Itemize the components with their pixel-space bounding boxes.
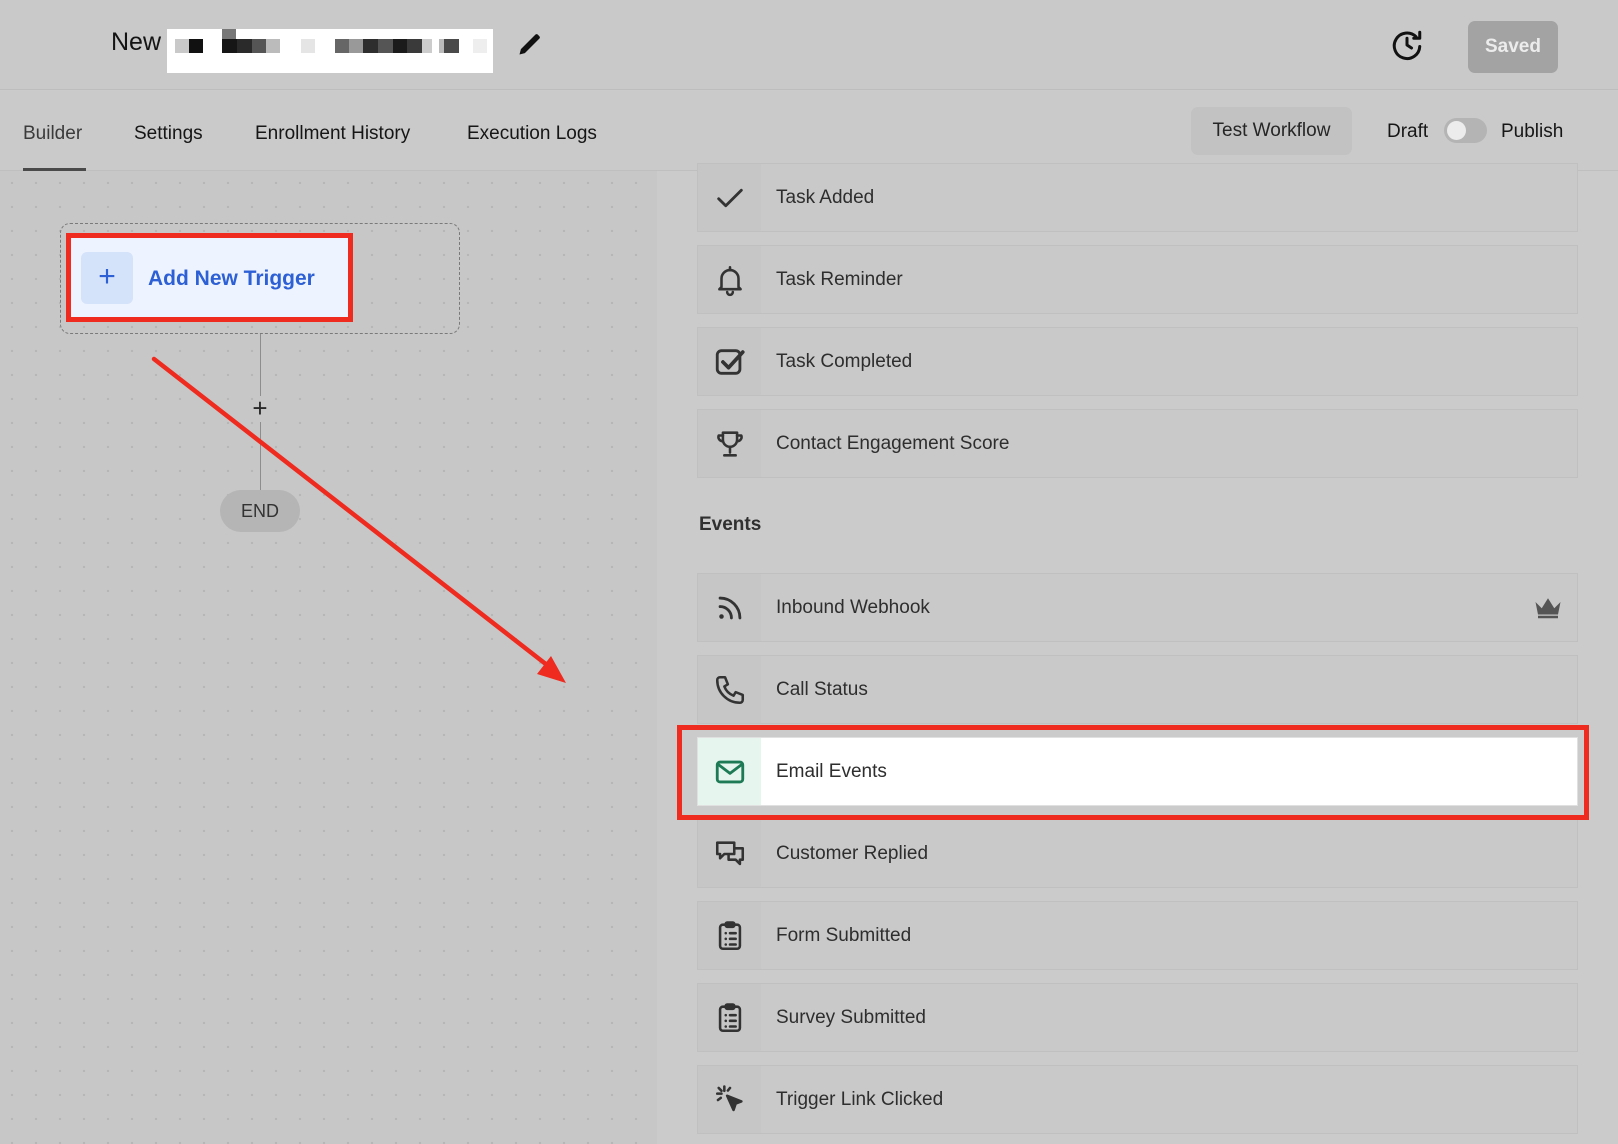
trigger-item-trigger-link-clicked[interactable]: Trigger Link Clicked <box>697 1065 1578 1134</box>
add-step-button[interactable]: + <box>248 395 272 421</box>
plus-icon: + <box>81 252 133 304</box>
checkmark-icon <box>716 188 743 207</box>
trigger-item-label: Inbound Webhook <box>776 596 930 618</box>
trophy-icon <box>716 430 743 457</box>
trigger-item-call-status[interactable]: Call Status <box>697 655 1578 724</box>
trigger-item-label: Task Completed <box>776 350 913 372</box>
envelope-icon <box>715 760 744 783</box>
redacted-workflow-name <box>167 29 493 73</box>
cursor-click-icon <box>715 1084 743 1111</box>
tab-enrollment-history[interactable]: Enrollment History <box>255 123 410 145</box>
trigger-item-label: Call Status <box>776 678 868 700</box>
trigger-item-label: Trigger Link Clicked <box>776 1088 944 1110</box>
phone-icon <box>715 675 744 704</box>
trigger-item-customer-replied[interactable]: Customer Replied <box>697 819 1578 888</box>
trigger-item-form-submitted[interactable]: Form Submitted <box>697 901 1578 970</box>
edit-pencil-icon[interactable] <box>516 30 544 58</box>
publish-toggle[interactable] <box>1444 118 1487 143</box>
checkbox-checked-icon <box>715 348 745 375</box>
chat-bubbles-icon <box>715 840 744 865</box>
rss-icon <box>718 596 741 619</box>
crown-premium-icon <box>1535 598 1561 619</box>
tab-builder[interactable]: Builder <box>23 123 82 145</box>
publish-label: Publish <box>1501 121 1564 142</box>
trigger-item-task-completed[interactable]: Task Completed <box>697 327 1578 396</box>
add-new-trigger-button[interactable]: + Add New Trigger <box>70 236 350 319</box>
trigger-item-label: Contact Engagement Score <box>776 432 1010 454</box>
tab-bar: Builder Settings Enrollment History Exec… <box>0 91 1618 171</box>
test-workflow-button[interactable]: Test Workflow <box>1191 107 1352 155</box>
trigger-item-survey-submitted[interactable]: Survey Submitted <box>697 983 1578 1052</box>
bell-icon <box>717 265 742 296</box>
clipboard-list-icon <box>718 1002 741 1032</box>
saved-button[interactable]: Saved <box>1468 21 1558 73</box>
trigger-item-contact-engagement-score[interactable]: Contact Engagement Score <box>697 409 1578 478</box>
trigger-item-label: Task Added <box>776 186 875 208</box>
draft-label: Draft <box>1387 121 1429 142</box>
trigger-item-label: Email Events <box>776 760 887 782</box>
history-clock-icon[interactable] <box>1389 27 1425 63</box>
tab-settings[interactable]: Settings <box>134 123 203 145</box>
workflow-title-prefix: New <box>111 28 162 56</box>
trigger-item-label: Survey Submitted <box>776 1006 926 1028</box>
trigger-item-task-reminder[interactable]: Task Reminder <box>697 245 1578 314</box>
connector-line <box>260 334 261 396</box>
trigger-item-inbound-webhook[interactable]: Inbound Webhook <box>697 573 1578 642</box>
workflow-header: New Saved <box>0 0 1618 90</box>
tab-execution-logs[interactable]: Execution Logs <box>467 123 597 145</box>
end-node: END <box>220 490 300 532</box>
trigger-item-label: Form Submitted <box>776 924 912 946</box>
add-new-trigger-label: Add New Trigger <box>148 267 315 290</box>
trigger-item-task-added[interactable]: Task Added <box>697 163 1578 232</box>
trigger-item-email-events[interactable]: Email Events <box>697 737 1578 806</box>
clipboard-list-icon <box>718 920 741 950</box>
connector-line <box>260 422 261 490</box>
events-section-title: Events <box>699 514 762 535</box>
trigger-item-label: Customer Replied <box>776 842 929 864</box>
trigger-item-label: Task Reminder <box>776 268 903 290</box>
toggle-knob <box>1447 121 1466 140</box>
